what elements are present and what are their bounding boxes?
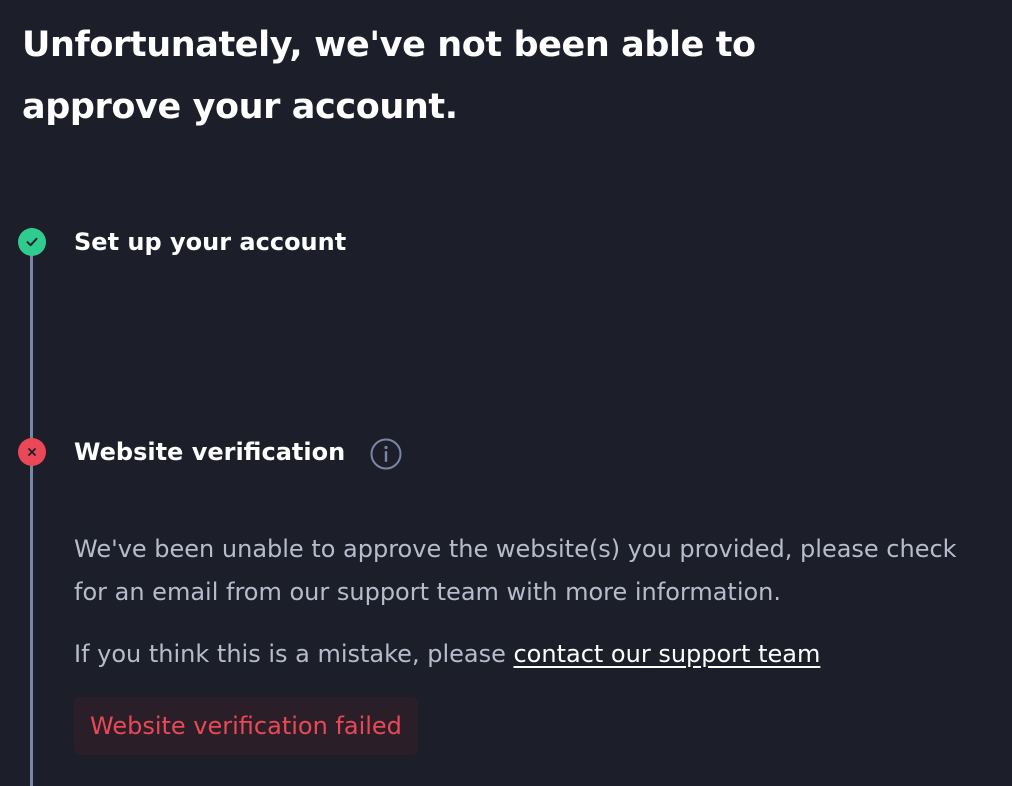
step-title-setup-account: Set up your account [74, 228, 347, 256]
info-icon[interactable] [370, 438, 402, 470]
verification-failed-badge: Website verification failed [74, 697, 418, 755]
timeline-line [30, 252, 33, 786]
step-title-website-verification: Website verification [74, 438, 346, 466]
verification-description: We've been unable to approve the website… [74, 535, 957, 606]
page-title: Unfortunately, we've not been able to ap… [22, 25, 756, 127]
contact-support-link[interactable]: contact our support team [513, 640, 820, 668]
check-circle-icon [18, 228, 46, 256]
x-circle-icon [18, 438, 46, 466]
mistake-text: If you think this is a mistake, please [74, 640, 514, 668]
mistake-message: If you think this is a mistake, please c… [74, 640, 820, 668]
account-status-page: Unfortunately, we've not been able to ap… [0, 0, 1012, 786]
verification-failed-label: Website verification failed [90, 712, 402, 740]
